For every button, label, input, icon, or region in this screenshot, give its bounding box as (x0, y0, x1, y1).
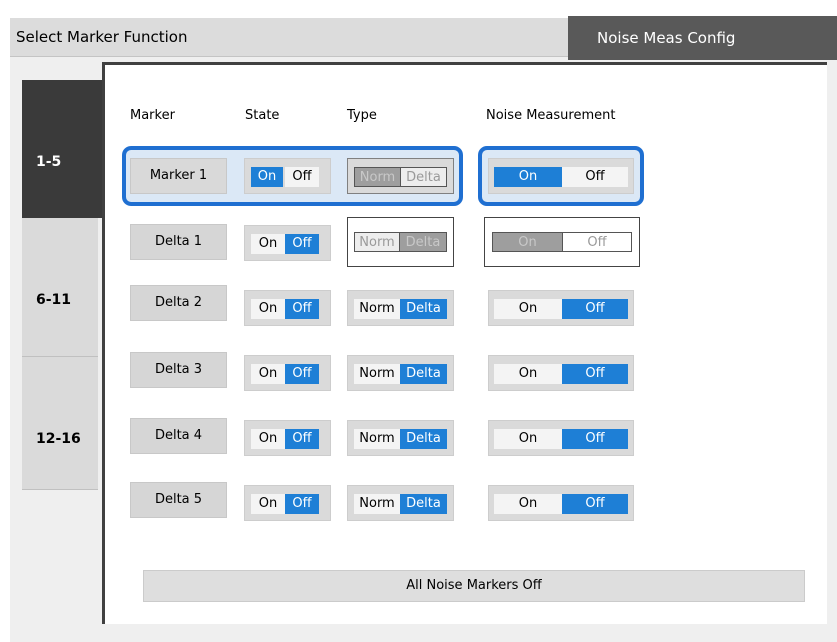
delta-3-noise-off[interactable]: Off (562, 364, 628, 384)
delta-4-noise-toggle[interactable]: On Off (488, 420, 634, 456)
tab-select-marker-function[interactable]: Select Marker Function (10, 18, 568, 57)
delta-3-type-norm[interactable]: Norm (354, 364, 400, 384)
marker-1-noise-off[interactable]: Off (562, 167, 628, 187)
marker-1-state-off[interactable]: Off (285, 167, 319, 187)
delta-4-noise-off[interactable]: Off (562, 429, 628, 449)
side-tab-6-11-label: 6-11 (36, 292, 72, 308)
delta-4-type-norm[interactable]: Norm (354, 429, 400, 449)
delta-4-state-on[interactable]: On (251, 429, 285, 449)
delta-1-state-off[interactable]: Off (285, 234, 319, 254)
delta-2-type-toggle[interactable]: Norm Delta (347, 290, 454, 326)
delta-5-state-on[interactable]: On (251, 494, 285, 514)
all-noise-markers-off-button[interactable]: All Noise Markers Off (143, 570, 805, 602)
delta-4-type-delta[interactable]: Delta (400, 429, 447, 449)
marker-1-type-norm[interactable]: Norm (354, 167, 401, 187)
header-noise-measurement: Noise Measurement (486, 108, 616, 123)
marker-1-noise-on[interactable]: On (494, 167, 562, 187)
header-type: Type (347, 108, 377, 123)
delta-1-type-toggle[interactable]: Norm Delta (347, 217, 454, 267)
delta-3-type-toggle[interactable]: Norm Delta (347, 355, 454, 391)
side-tab-6-11[interactable]: 6-11 (22, 218, 98, 357)
delta-3-noise-toggle[interactable]: On Off (488, 355, 634, 391)
delta-4-state-off[interactable]: Off (285, 429, 319, 449)
delta-3-button[interactable]: Delta 3 (130, 352, 227, 388)
delta-4-button[interactable]: Delta 4 (130, 418, 227, 454)
delta-5-noise-toggle[interactable]: On Off (488, 485, 634, 521)
delta-2-noise-off[interactable]: Off (562, 299, 628, 319)
marker-1-noise-toggle[interactable]: On Off (488, 158, 634, 194)
marker-1-type-delta[interactable]: Delta (401, 167, 447, 187)
delta-5-type-norm[interactable]: Norm (354, 494, 400, 514)
delta-5-state-off[interactable]: Off (285, 494, 319, 514)
delta-1-type-norm[interactable]: Norm (354, 232, 400, 252)
side-tab-1-5[interactable]: 1-5 (22, 80, 102, 218)
marker-1-state-on[interactable]: On (251, 167, 283, 187)
delta-2-state-on[interactable]: On (251, 299, 285, 319)
side-tab-1-5-label: 1-5 (36, 154, 62, 170)
delta-4-type-toggle[interactable]: Norm Delta (347, 420, 454, 456)
delta-3-state-toggle[interactable]: On Off (244, 355, 331, 391)
delta-1-state-toggle[interactable]: On Off (244, 225, 331, 261)
delta-2-noise-toggle[interactable]: On Off (488, 290, 634, 326)
delta-2-button[interactable]: Delta 2 (130, 285, 227, 321)
delta-2-type-norm[interactable]: Norm (354, 299, 400, 319)
delta-1-noise-on[interactable]: On (492, 232, 563, 252)
delta-4-state-toggle[interactable]: On Off (244, 420, 331, 456)
delta-2-noise-on[interactable]: On (494, 299, 562, 319)
marker-1-state-toggle[interactable]: On Off (244, 158, 331, 194)
delta-5-type-delta[interactable]: Delta (400, 494, 447, 514)
side-tab-12-16-label: 12-16 (36, 431, 81, 447)
delta-5-noise-off[interactable]: Off (562, 494, 628, 514)
delta-1-type-delta[interactable]: Delta (400, 232, 447, 252)
delta-3-noise-on[interactable]: On (494, 364, 562, 384)
delta-1-button[interactable]: Delta 1 (130, 224, 227, 260)
marker-1-type-toggle[interactable]: Norm Delta (347, 158, 454, 194)
tab-noise-meas-config[interactable]: Noise Meas Config (568, 16, 837, 60)
side-tab-12-16[interactable]: 12-16 (22, 357, 98, 490)
marker-1-button[interactable]: Marker 1 (130, 158, 227, 194)
delta-3-state-off[interactable]: Off (285, 364, 319, 384)
delta-5-type-toggle[interactable]: Norm Delta (347, 485, 454, 521)
header-marker: Marker (130, 108, 175, 123)
delta-5-button[interactable]: Delta 5 (130, 482, 227, 518)
delta-5-noise-on[interactable]: On (494, 494, 562, 514)
delta-3-type-delta[interactable]: Delta (400, 364, 447, 384)
delta-4-noise-on[interactable]: On (494, 429, 562, 449)
delta-2-state-off[interactable]: Off (285, 299, 319, 319)
delta-3-state-on[interactable]: On (251, 364, 285, 384)
delta-1-noise-off[interactable]: Off (563, 232, 632, 252)
delta-2-type-delta[interactable]: Delta (400, 299, 447, 319)
delta-1-state-on[interactable]: On (251, 234, 285, 254)
delta-5-state-toggle[interactable]: On Off (244, 485, 331, 521)
delta-1-noise-toggle[interactable]: On Off (484, 217, 640, 267)
delta-2-state-toggle[interactable]: On Off (244, 290, 331, 326)
header-state: State (245, 108, 280, 123)
